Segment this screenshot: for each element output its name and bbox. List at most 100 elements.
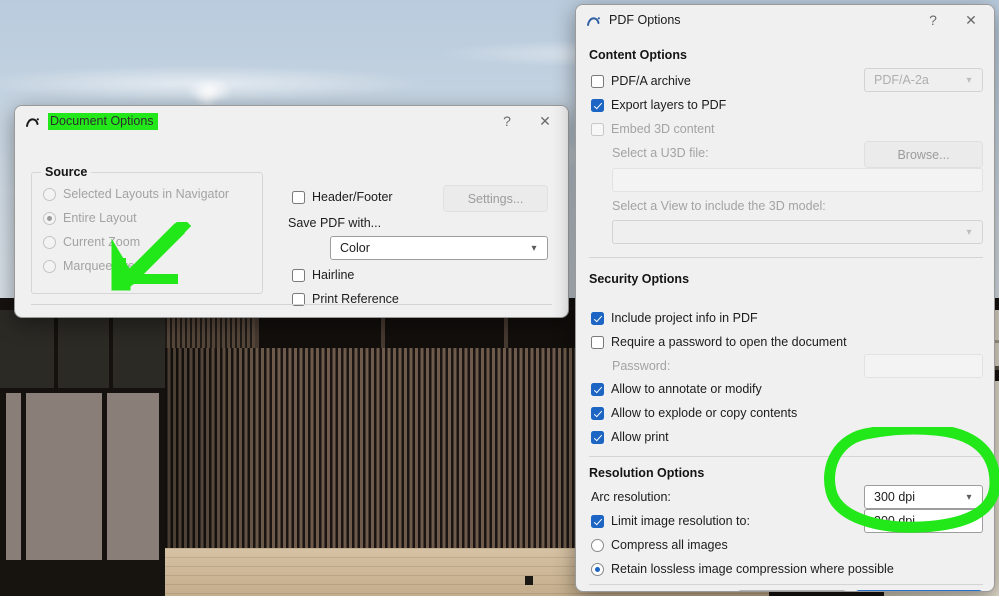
chevron-down-icon: ▾ [966,491,972,503]
checkbox-limit-image-resolution[interactable]: Limit image resolution to: [591,514,750,528]
checkbox-indicator [591,382,604,396]
select-u3d-file-label: Select a U3D file: [612,146,709,160]
chevron-down-icon: ▾ [966,226,972,238]
checkbox-pdfa-archive[interactable]: PDF/A archive [591,74,691,88]
help-button[interactable]: ? [914,7,952,33]
resolution-options-heading: Resolution Options [589,466,705,480]
checkbox-label: Limit image resolution to: [611,514,750,528]
checkbox-label: Allow print [611,430,669,444]
left-window-grid [0,309,165,394]
select-view-label: Select a View to include the 3D model: [612,199,826,213]
checkbox-label: Hairline [312,268,355,282]
limit-image-resolution-value: 300 dpi [874,514,916,528]
u3d-path-input[interactable] [612,168,983,192]
checkbox-indicator [591,74,604,88]
pdfa-version-value: PDF/A-2a [874,73,929,87]
save-pdf-with-value: Color [340,241,370,255]
close-icon[interactable]: ✕ [526,108,564,134]
checkbox-indicator [591,406,604,420]
checkbox-indicator [591,311,604,325]
radio-label: Compress all images [611,538,728,552]
cancel-button[interactable]: Cancel [737,590,847,591]
checkbox-indicator [591,122,604,136]
document-options-title: Document Options [48,112,158,130]
radio-current-zoom[interactable]: Current Zoom [43,235,140,249]
checkbox-hairline[interactable]: Hairline [292,268,354,282]
checkbox-indicator [292,268,305,282]
radio-label: Retain lossless image compression where … [611,562,894,576]
help-button[interactable]: ? [488,108,526,134]
document-options-divider [31,304,552,305]
checkbox-indicator [591,430,604,444]
left-panel-wall-frame [0,393,165,561]
checkbox-label: Export layers to PDF [611,98,727,112]
checkbox-export-layers-to-pdf[interactable]: Export layers to PDF [591,98,726,112]
checkbox-allow-explode-or-copy[interactable]: Allow to explode or copy contents [591,406,797,420]
checkbox-label: Allow to explode or copy contents [611,406,798,420]
checkbox-label: Allow to annotate or modify [611,382,762,396]
arc-resolution-combo[interactable]: 300 dpi ▾ [864,485,983,509]
radio-selected-layouts-in-navigator[interactable]: Selected Layouts in Navigator [43,187,229,201]
radio-label: Entire Layout [63,211,137,225]
chevron-down-icon: ▾ [966,74,972,86]
chevron-down-icon: ▾ [531,242,537,254]
checkbox-indicator [591,335,604,349]
content-security-divider [589,257,983,258]
select-view-combo[interactable]: ▾ [612,220,983,244]
archicad-arc-icon [25,114,40,129]
password-input[interactable] [864,354,983,378]
ok-button[interactable]: OK [855,590,983,591]
save-pdf-with-label: Save PDF with... [288,216,382,230]
pdf-options-title: PDF Options [609,13,681,27]
radio-marquee-area[interactable]: Marquee Area [43,259,142,273]
security-resolution-divider [589,456,983,457]
document-options-dialog[interactable]: Document Options ? ✕ Source Selected Lay… [14,105,569,318]
wall-outlet [525,575,534,585]
arc-resolution-value: 300 dpi [874,490,916,504]
arc-resolution-label: Arc resolution: [591,490,671,504]
checkbox-label: PDF/A archive [611,74,691,88]
radio-indicator [43,211,56,225]
save-pdf-with-combo[interactable]: Color ▾ [330,236,548,260]
checkbox-header-footer[interactable]: Header/Footer [292,190,393,204]
radio-label: Selected Layouts in Navigator [63,187,230,201]
browse-button[interactable]: Browse... [864,141,983,168]
checkbox-allow-annotate-or-modify[interactable]: Allow to annotate or modify [591,382,762,396]
radio-entire-layout[interactable]: Entire Layout [43,211,137,225]
checkbox-include-project-info[interactable]: Include project info in PDF [591,311,758,325]
radio-indicator [591,538,604,552]
checkbox-indicator [591,98,604,112]
document-options-titlebar[interactable]: Document Options ? ✕ [15,106,568,136]
content-options-heading: Content Options [589,48,687,62]
limit-image-resolution-combo[interactable]: 300 dpi ▾ [864,509,983,533]
pdfa-version-combo[interactable]: PDF/A-2a ▾ [864,68,983,92]
radio-label: Current Zoom [63,235,141,249]
radio-indicator [591,562,604,576]
radio-compress-all-images[interactable]: Compress all images [591,538,728,552]
settings-button[interactable]: Settings... [443,185,548,212]
radio-label: Marquee Area [63,259,142,273]
checkbox-indicator [292,190,305,204]
archicad-arc-icon [586,13,601,28]
checkbox-label: Header/Footer [312,190,393,204]
pdf-footer-divider [589,584,983,585]
checkbox-label: Include project info in PDF [611,311,758,325]
checkbox-require-password[interactable]: Require a password to open the document [591,335,847,349]
left-dark-floor [0,560,165,596]
checkbox-indicator [591,514,604,528]
pdf-options-titlebar[interactable]: PDF Options ? ✕ [576,5,994,35]
radio-indicator [43,235,56,249]
chevron-down-icon: ▾ [966,515,972,527]
radio-indicator [43,187,56,201]
checkbox-embed-3d-content[interactable]: Embed 3D content [591,122,715,136]
close-icon[interactable]: ✕ [952,7,990,33]
checkbox-allow-print[interactable]: Allow print [591,430,669,444]
source-group: Source Selected Layouts in Navigator Ent… [31,165,263,294]
pdf-options-dialog[interactable]: PDF Options ? ✕ Content Options PDF/A ar… [575,4,995,592]
radio-indicator [43,259,56,273]
security-options-heading: Security Options [589,272,690,286]
radio-retain-lossless-compression[interactable]: Retain lossless image compression where … [591,562,894,576]
source-group-legend: Source [41,165,92,179]
checkbox-label: Require a password to open the document [611,335,847,349]
password-label: Password: [612,359,671,373]
